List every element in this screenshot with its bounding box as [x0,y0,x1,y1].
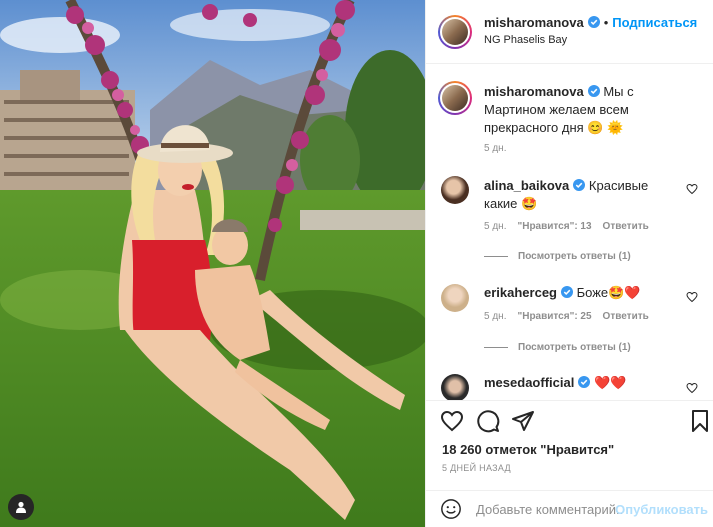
view-replies-button[interactable]: Посмотреть ответы (1) [484,251,631,262]
follow-button[interactable]: Подписаться [612,15,697,30]
author-username[interactable]: misharomanova [484,15,584,30]
verified-badge-icon [561,286,573,298]
comment-like-heart-icon[interactable] [686,291,698,303]
post-actions: 18 260 отметок "Нравится" 5 ДНЕЙ НАЗАД [426,400,713,490]
comment-meta: 5 дн. "Нравится": 13 Ответить [484,221,660,232]
comment-text: Боже🤩❤️ [576,285,641,300]
comment-icon[interactable] [476,409,500,433]
comment: erikaherceg Боже🤩❤️ [484,284,684,302]
caption-avatar[interactable] [438,81,472,115]
post-photo[interactable] [0,0,425,527]
reply-button[interactable]: Ответить [603,221,649,232]
location-link[interactable]: NG Phaselis Bay [484,34,567,46]
comment-like-heart-icon[interactable] [686,382,698,394]
comment-likes[interactable]: "Нравится": 25 [517,311,591,322]
header-author-line: misharomanova • Подписаться [484,15,697,30]
comment-meta: 5 дн. "Нравится": 25 Ответить [484,311,660,322]
heart-icon[interactable] [440,409,464,433]
view-replies-label: Посмотреть ответы (1) [518,342,631,353]
comment-avatar[interactable] [441,374,469,400]
comment-likes[interactable]: "Нравится": 13 [517,221,591,232]
comment-username[interactable]: alina_baikova [484,178,569,193]
comment-time[interactable]: 5 дн. [484,311,506,322]
user-icon [16,501,26,513]
caption-time[interactable]: 5 дн. [484,143,506,154]
paper-plane-icon[interactable] [511,409,535,433]
caption: misharomanova Мы с Мартином желаем всем … [484,83,684,137]
separator-dot: • [603,15,609,30]
user-tags-button[interactable] [8,494,34,520]
reply-button[interactable]: Ответить [603,311,649,322]
smiley-icon[interactable] [440,498,462,520]
comment-like-heart-icon[interactable] [686,183,698,195]
divider [484,255,508,257]
publish-button[interactable]: Опубликовать [615,502,708,517]
post-header: misharomanova • Подписаться NG Phaselis Ba… [426,0,713,64]
comment-avatar[interactable] [441,176,469,204]
comment-avatar[interactable] [441,284,469,312]
comment-composer: Опубликовать [426,490,713,527]
comments-list[interactable]: misharomanova Мы с Мартином желаем всем … [426,65,713,400]
comment: mesedaofficial ❤️❤️ [484,374,684,392]
verified-badge-icon [587,85,600,97]
post-panel: misharomanova • Подписаться NG Phaselis Ba… [425,0,713,527]
comment-time[interactable]: 5 дн. [484,221,506,232]
divider [484,346,508,348]
comment-username[interactable]: mesedaofficial [484,375,574,390]
comment: alina_baikova Красивые какие 🤩 [484,177,684,213]
photo-illustration [0,0,425,527]
post-date[interactable]: 5 ДНЕЙ НАЗАД [442,463,511,473]
view-replies-label: Посмотреть ответы (1) [518,251,631,262]
bookmark-icon[interactable] [688,409,712,433]
comment-input[interactable] [476,499,624,519]
view-replies-button[interactable]: Посмотреть ответы (1) [484,342,631,353]
verified-badge-icon [587,16,600,28]
comment-text: ❤️❤️ [593,375,627,390]
likes-count[interactable]: 18 260 отметок "Нравится" [442,442,614,457]
verified-badge-icon [573,179,586,191]
author-avatar[interactable] [438,15,472,49]
comment-username[interactable]: erikaherceg [484,285,557,300]
caption-username[interactable]: misharomanova [484,84,584,99]
caption-meta: 5 дн. [484,143,517,154]
verified-badge-icon [578,376,591,388]
